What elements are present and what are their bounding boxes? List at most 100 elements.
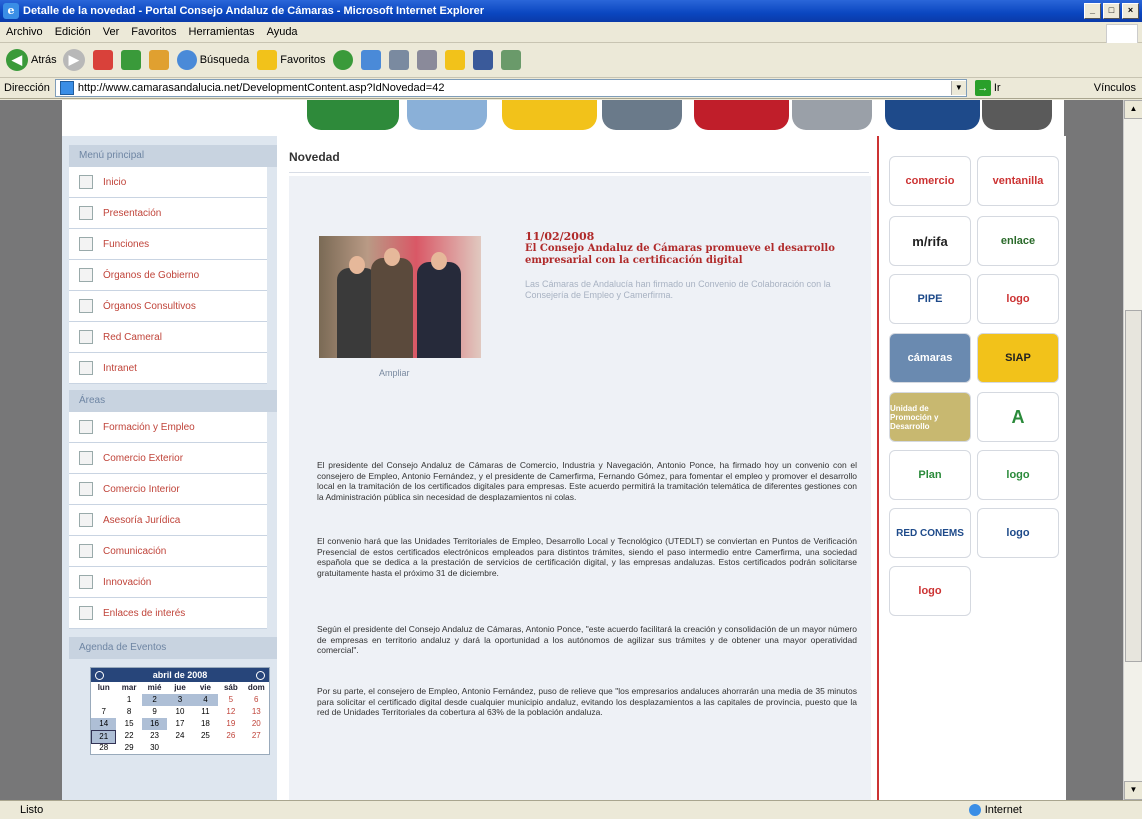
calendar-day[interactable]: 15 — [116, 718, 141, 730]
sidebar-item-label[interactable]: Presentación — [103, 208, 161, 219]
sidebar-item-comercio-interior[interactable]: Comercio Interior — [69, 474, 267, 505]
menu-archivo[interactable]: Archivo — [0, 26, 49, 38]
edit-icon[interactable] — [417, 50, 438, 70]
calendar-day[interactable]: 12 — [218, 706, 243, 718]
calendar-day[interactable]: 30 — [142, 742, 167, 754]
go-label[interactable]: Ir — [994, 82, 1001, 94]
sidebar-item-organos-gobierno[interactable]: Órganos de Gobierno — [69, 260, 267, 291]
sidebar-item-label[interactable]: Órganos Consultivos — [103, 301, 196, 312]
home-icon[interactable] — [148, 50, 169, 70]
sidebar-item-label[interactable]: Inicio — [103, 177, 126, 188]
calendar-day[interactable]: 6 — [244, 694, 269, 706]
mail-icon[interactable] — [361, 50, 382, 70]
menu-ayuda[interactable]: Ayuda — [261, 26, 304, 38]
calendar-day[interactable]: 19 — [218, 718, 243, 730]
sidebar-item-presentacion[interactable]: Presentación — [69, 198, 267, 229]
messenger-icon[interactable] — [473, 50, 494, 70]
calendar-day-event[interactable]: 3 — [167, 694, 193, 706]
menu-ver[interactable]: Ver — [97, 26, 126, 38]
sidebar-item-label[interactable]: Intranet — [103, 363, 137, 374]
sidebar-item-label[interactable]: Comercio Interior — [103, 484, 180, 495]
calendar-day-event[interactable]: 4 — [192, 694, 219, 706]
refresh-icon[interactable] — [120, 50, 141, 70]
scroll-down-icon[interactable]: ▼ — [1124, 781, 1142, 800]
go-arrow-icon[interactable]: → — [974, 80, 991, 96]
partner-logo[interactable]: RED CONEMS — [889, 508, 971, 558]
calendar-day-event[interactable]: 14 — [91, 718, 117, 730]
next-month-icon[interactable] — [255, 670, 265, 680]
calendar-day[interactable]: 11 — [193, 706, 218, 718]
sidebar-item-label[interactable]: Formación y Empleo — [103, 422, 195, 433]
partner-logo[interactable]: enlace — [977, 216, 1059, 266]
calendar-day[interactable]: 18 — [193, 718, 218, 730]
stop-icon[interactable] — [92, 50, 113, 70]
calendar-day[interactable]: 17 — [167, 718, 192, 730]
partner-logo[interactable]: A — [977, 392, 1059, 442]
menu-herramientas[interactable]: Herramientas — [183, 26, 261, 38]
sidebar-item-red-cameral[interactable]: Red Cameral — [69, 322, 267, 353]
print-icon[interactable] — [389, 50, 410, 70]
partner-logo[interactable]: logo — [977, 274, 1059, 324]
partner-logo[interactable]: comercio — [889, 156, 971, 206]
sidebar-item-label[interactable]: Órganos de Gobierno — [103, 270, 199, 281]
sidebar-item-innovacion[interactable]: Innovación — [69, 567, 267, 598]
minimize-button[interactable]: _ — [1084, 3, 1101, 19]
back-button[interactable]: ◀ Atrás — [6, 49, 57, 71]
links-label[interactable]: Vínculos — [1094, 82, 1136, 94]
sidebar-item-intranet[interactable]: Intranet — [69, 353, 267, 384]
photo-enlarge-link[interactable]: Ampliar — [379, 368, 410, 378]
calendar-day[interactable]: 9 — [142, 706, 167, 718]
forward-button[interactable]: ▶ — [62, 49, 85, 71]
partner-logo[interactable]: cámaras — [889, 333, 971, 383]
menu-favoritos[interactable]: Favoritos — [125, 26, 182, 38]
address-url[interactable]: http://www.camarasandalucia.net/Developm… — [78, 82, 445, 94]
banner-tab-yellow[interactable] — [502, 100, 597, 130]
tools-icon[interactable] — [501, 50, 522, 70]
address-dropdown-icon[interactable]: ▼ — [950, 81, 966, 95]
calendar-day[interactable]: 1 — [116, 694, 141, 706]
sidebar-item-asesoria[interactable]: Asesoría Jurídica — [69, 505, 267, 536]
banner-tab-blue[interactable] — [885, 100, 980, 130]
news-photo[interactable] — [319, 236, 481, 358]
banner-tab-red[interactable] — [694, 100, 789, 130]
calendar-day[interactable]: 13 — [244, 706, 269, 718]
partner-logo[interactable]: m/rifa — [889, 216, 971, 266]
prev-month-icon[interactable] — [95, 670, 104, 680]
sidebar-item-label[interactable]: Asesoría Jurídica — [103, 515, 180, 526]
close-button[interactable]: × — [1122, 3, 1139, 19]
sidebar-item-organos-consultivos[interactable]: Órganos Consultivos — [69, 291, 267, 322]
partner-logo[interactable]: Plan — [889, 450, 971, 500]
calendar-day[interactable]: 7 — [91, 706, 116, 718]
menu-edicion[interactable]: Edición — [49, 26, 97, 38]
sidebar-item-comunicacion[interactable]: Comunicación — [69, 536, 267, 567]
partner-logo[interactable]: Unidad de Promoción y Desarrollo — [889, 392, 971, 442]
favorites-button[interactable]: Favoritos — [255, 50, 325, 70]
partner-logo[interactable]: ventanilla — [977, 156, 1059, 206]
sidebar-item-inicio[interactable]: Inicio — [69, 167, 267, 198]
maximize-button[interactable]: □ — [1103, 3, 1120, 19]
history-icon[interactable] — [333, 50, 354, 70]
sidebar-item-formacion[interactable]: Formación y Empleo — [69, 412, 267, 443]
calendar-day[interactable]: 8 — [116, 706, 141, 718]
scrollbar-thumb[interactable] — [1125, 310, 1142, 662]
calendar-day-event[interactable]: 2 — [141, 694, 168, 706]
partner-logo[interactable]: logo — [977, 508, 1059, 558]
sidebar-item-label[interactable]: Red Cameral — [103, 332, 162, 343]
folder-icon[interactable] — [445, 50, 466, 70]
calendar-day[interactable] — [91, 694, 116, 706]
search-button[interactable]: Búsqueda — [175, 50, 249, 70]
vertical-scrollbar[interactable]: ▲ ▼ — [1123, 100, 1142, 800]
calendar-day[interactable]: 28 — [91, 742, 116, 754]
calendar-day[interactable]: 29 — [116, 742, 141, 754]
partner-logo[interactable]: logo — [889, 566, 971, 616]
address-input[interactable]: http://www.camarasandalucia.net/Developm… — [54, 79, 967, 97]
sidebar-item-enlaces[interactable]: Enlaces de interés — [69, 598, 267, 629]
partner-logo[interactable]: logo — [977, 450, 1059, 500]
sidebar-item-label[interactable]: Innovación — [103, 577, 151, 588]
partner-logo[interactable]: SIAP — [977, 333, 1059, 383]
calendar-day[interactable]: 5 — [218, 694, 243, 706]
calendar-day[interactable]: 20 — [244, 718, 269, 730]
calendar-day[interactable]: 10 — [167, 706, 192, 718]
sidebar-item-funciones[interactable]: Funciones — [69, 229, 267, 260]
scroll-up-icon[interactable]: ▲ — [1124, 100, 1142, 119]
